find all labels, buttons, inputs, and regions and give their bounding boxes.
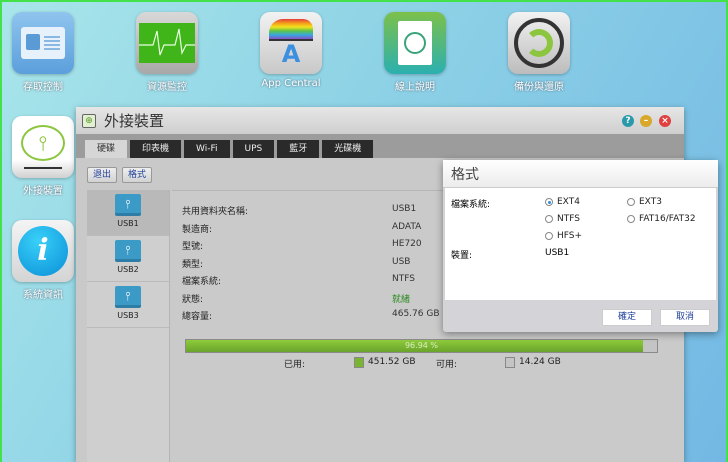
help-icon[interactable]: ? [622,115,634,127]
free-label: 可用: [436,360,458,370]
close-icon[interactable]: × [659,115,671,127]
desktop-icon-label: 備份與還原 [514,82,564,93]
dialog-body: 檔案系統: EXT4 EXT3 NTFS FAT16/FAT32 HFS+ 裝置… [445,188,716,300]
used-label: 已用: [284,360,306,370]
desktop-icon-resource-monitor[interactable]: 資源監控 [136,12,198,93]
radio-ext3[interactable]: EXT3 [627,197,662,207]
tab-hard-disk[interactable]: 硬碟 [85,140,128,158]
free-swatch [505,357,515,368]
tab-wifi[interactable]: Wi-Fi [184,140,230,158]
backup-restore-icon [508,12,570,74]
minimize-icon[interactable]: – [640,115,652,127]
detail-value: USB1 [392,204,417,214]
detail-label: 狀態: [182,295,204,305]
option-label: EXT4 [557,197,580,207]
usb-drive-icon: ⫯ [115,240,141,262]
status-value: 就緒 [392,295,411,305]
detail-value: USB [392,257,411,267]
detail-value: 465.76 GB [392,309,440,319]
radio-hfs-plus[interactable]: HFS+ [545,231,582,241]
compass-book-icon [384,12,446,74]
radio-ext4[interactable]: EXT4 [545,197,580,207]
device-value: USB1 [545,248,570,258]
dialog-title: 格式 [443,160,718,188]
option-label: EXT3 [639,197,662,207]
detail-label: 製造商: [182,225,213,235]
device-item-usb2[interactable]: ⫯ USB2 [87,236,169,282]
detail-value: ADATA [392,222,422,232]
free-value: 14.24 GB [519,357,561,367]
desktop-icon-app-central[interactable]: A App Central [260,12,322,89]
tab-ups[interactable]: UPS [232,140,275,158]
desktop-icon-online-help[interactable]: 線上說明 [384,12,446,93]
eject-button[interactable]: 退出 [87,167,118,183]
device-label: 裝置: [451,251,473,261]
usage-progress-bar: 96.94 % [185,339,658,353]
desktop-icon-label: 存取控制 [23,82,63,93]
window-app-icon: ⊕ [82,113,96,128]
radio-fat16-fat32[interactable]: FAT16/FAT32 [627,214,696,224]
device-list: ⫯ USB1 ⫯ USB2 ⫯ USB3 [87,190,170,462]
desktop-icon-backup-restore[interactable]: 備份與還原 [508,12,570,93]
confirm-button[interactable]: 確定 [602,309,652,326]
desktop-icon-access-control[interactable]: 存取控制 [12,12,74,93]
detail-label: 類型: [182,260,204,270]
tab-bluetooth[interactable]: 藍牙 [277,140,320,158]
device-item-usb3[interactable]: ⫯ USB3 [87,282,169,328]
option-label: FAT16/FAT32 [639,214,696,224]
usb-drive-icon: ⫯ [115,194,141,216]
used-value: 451.52 GB [368,357,416,367]
detail-label: 總容量: [182,312,213,322]
usb-device-icon: ⫯ [12,116,74,178]
usb-drive-icon: ⫯ [115,286,141,308]
device-label: USB3 [117,311,139,320]
heartbeat-monitor-icon [136,12,198,74]
window-titlebar[interactable]: ⊕ 外接裝置 ? – × [76,107,684,134]
option-label: HFS+ [557,231,583,241]
tab-bar: 硬碟 印表機 Wi-Fi UPS 藍牙 光碟機 [76,134,684,158]
format-button[interactable]: 格式 [122,167,153,183]
detail-label: 檔案系統: [182,277,222,287]
app-central-icon: A [260,12,322,74]
desktop-icon-system-info[interactable]: i 系統資訊 [12,220,74,301]
format-dialog: 格式 檔案系統: EXT4 EXT3 NTFS FAT16/FAT32 HFS+… [443,160,718,332]
cancel-button[interactable]: 取消 [660,309,710,326]
detail-value: NTFS [392,274,415,284]
used-swatch [354,357,364,368]
device-item-usb1[interactable]: ⫯ USB1 [87,190,169,236]
desktop-icon-label: 線上說明 [395,82,435,93]
filesystem-label: 檔案系統: [451,200,491,210]
detail-value: HE720 [392,239,422,249]
device-label: USB2 [117,265,139,274]
option-label: NTFS [557,214,580,224]
desktop-icon-label: 資源監控 [147,82,187,93]
radio-ntfs[interactable]: NTFS [545,214,580,224]
usage-percent: 96.94 % [404,341,439,350]
detail-label: 型號: [182,242,204,252]
device-label: USB1 [117,219,139,228]
desktop-icon-label: App Central [261,78,321,89]
window-title: 外接裝置 [104,112,165,130]
desktop-icon-external-devices[interactable]: ⫯ 外接裝置 [12,116,74,197]
info-icon: i [12,220,74,282]
tab-printer[interactable]: 印表機 [130,140,182,158]
detail-label: 共用資料夾名稱: [182,207,249,217]
tab-optical-drive[interactable]: 光碟機 [322,140,374,158]
id-card-icon [12,12,74,74]
